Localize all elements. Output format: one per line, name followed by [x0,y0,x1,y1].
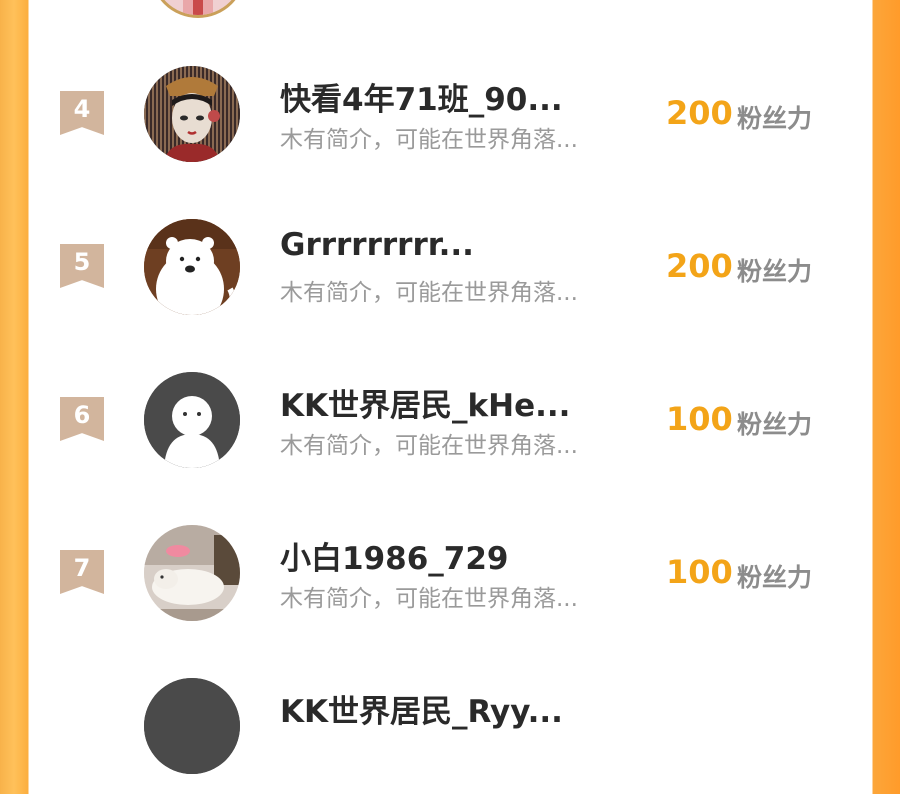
fan-power-label: 粉丝力 [737,257,813,286]
list-item[interactable]: 4 快看4年71班_90... 木有简介，可能在世界角落... 200 粉丝力 [0,42,900,182]
user-bio: 木有简介，可能在世界角落... [280,586,578,612]
list-item[interactable]: 7 小白1986_729 木有简介，可能在世界角落... 100 粉丝力 [0,501,900,641]
user-name[interactable]: 小白1986_729 [280,533,509,578]
rank-badge: 6 [60,397,104,441]
fan-power-score: 200 [666,94,733,132]
list-item[interactable]: 5 Grrrrrrrrr... 木有简介，可能在世界角落... 200 粉丝力 [0,195,900,335]
user-name[interactable]: KK世界居民_Ryy... [280,686,563,731]
user-name[interactable]: 快看4年71班_90... [280,74,563,119]
user-bio: 木有简介，可能在世界角落... [280,433,578,459]
fan-power-label: 粉丝力 [737,104,813,133]
list-item[interactable]: 6 KK世界居民_kHe... 木有简介，可能在世界角落... 100 粉丝力 [0,348,900,488]
fan-power-label: 粉丝力 [737,563,813,592]
user-name[interactable]: KK世界居民_kHe... [280,380,570,425]
user-bio: 木有简介，可能在世界角落... [280,127,578,153]
avatar[interactable] [144,678,240,774]
rank-badge: 7 [60,550,104,594]
rank-number: 4 [73,95,91,123]
user-name[interactable]: Grrrrrrrrr... [280,227,474,263]
avatar[interactable] [144,525,240,621]
fan-power-label: 粉丝力 [737,410,813,439]
rank-badge: 5 [60,244,104,288]
fan-power-score: 100 [666,553,733,591]
rank-badge: 4 [60,91,104,135]
rank-number: 7 [73,554,91,582]
avatar-prev[interactable] [150,0,246,18]
rank-number: 6 [73,401,91,429]
fan-power-score: 100 [666,400,733,438]
list-item[interactable]: KK世界居民_Ryy... [0,654,900,794]
avatar[interactable] [144,219,240,315]
user-bio: 木有简介，可能在世界角落... [280,280,578,306]
fan-power-score: 200 [666,247,733,285]
avatar[interactable] [144,372,240,468]
rank-number: 5 [73,248,91,276]
avatar[interactable] [144,66,240,162]
